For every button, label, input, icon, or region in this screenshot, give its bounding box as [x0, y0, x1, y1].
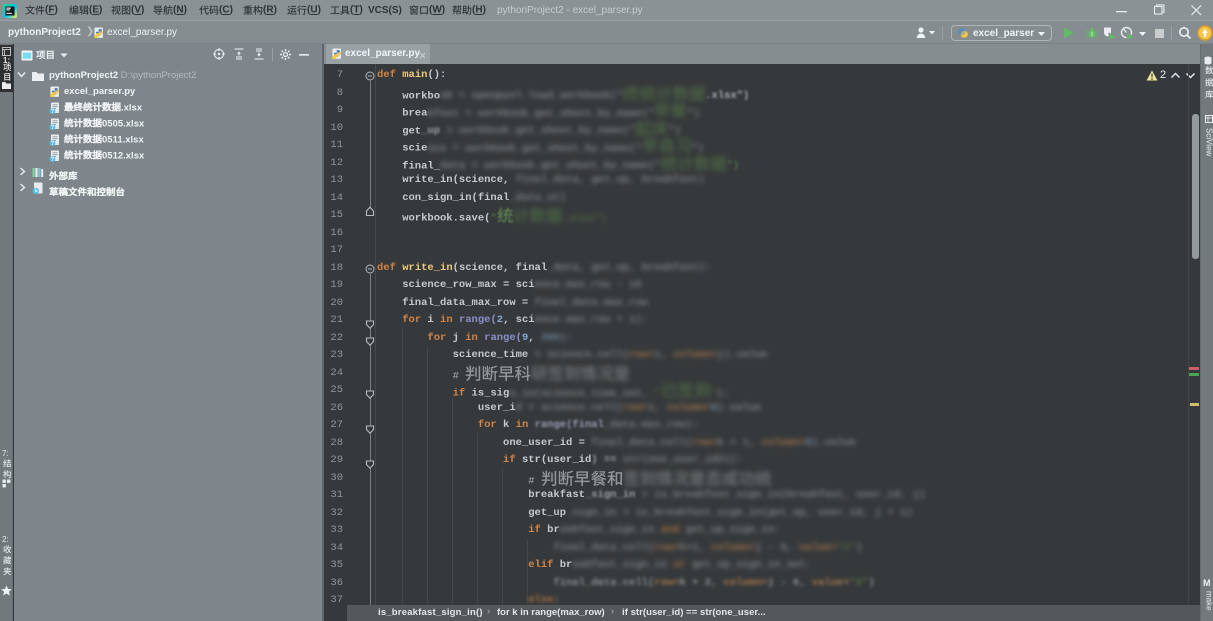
- svg-text:?: ?: [51, 125, 55, 130]
- svg-text:?: ?: [51, 141, 55, 146]
- svg-text:?: ?: [51, 109, 55, 114]
- svg-text:?: ?: [51, 157, 55, 162]
